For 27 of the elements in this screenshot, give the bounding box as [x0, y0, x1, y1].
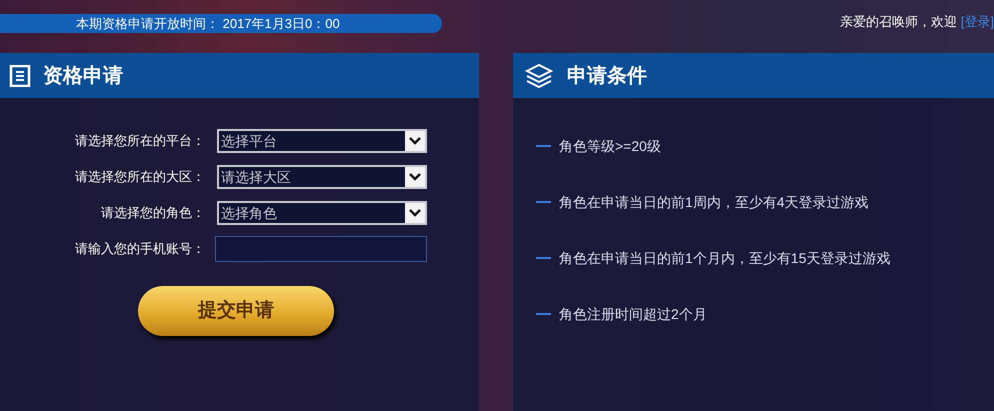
condition-text: 角色在申请当日的前1个月内，至少有15天登录过游戏 [559, 248, 890, 268]
panel-title: 申请条件 [567, 64, 647, 88]
caret-icon [405, 203, 425, 223]
document-icon [9, 64, 31, 86]
field-label: 请选择您的角色： [100, 204, 205, 222]
dash-icon [536, 313, 551, 315]
dropdown[interactable]: 选择角色 [217, 201, 427, 225]
panel-title: 资格申请 [43, 64, 123, 88]
field-label: 请选择您所在的大区： [74, 168, 205, 186]
dropdown[interactable]: 选择平台 [217, 129, 427, 153]
field-label: 请输入您的手机账号： [74, 240, 205, 258]
banner: 本期资格申请开放时间： 2017年1月3日0：00 [0, 14, 442, 33]
caret-icon [405, 131, 425, 151]
input-field[interactable] [215, 236, 427, 262]
condition-text: 角色注册时间超过2个月 [559, 304, 707, 324]
field-label: 请选择您所在的平台： [74, 132, 205, 150]
layers-icon [525, 62, 553, 88]
dash-icon [536, 145, 551, 147]
welcome-text: 亲爱的召唤师，欢迎 [840, 13, 957, 31]
condition-text: 角色在申请当日的前1周内，至少有4天登录过游戏 [559, 192, 869, 212]
submit-button[interactable]: 提交申请 [138, 286, 334, 336]
dash-icon [536, 201, 551, 203]
dash-icon [536, 257, 551, 259]
dropdown[interactable]: 请选择大区 [217, 165, 427, 189]
caret-icon [405, 167, 425, 187]
condition-text: 角色等级>=20级 [559, 136, 661, 156]
login-link[interactable]: [登录] [960, 12, 994, 32]
